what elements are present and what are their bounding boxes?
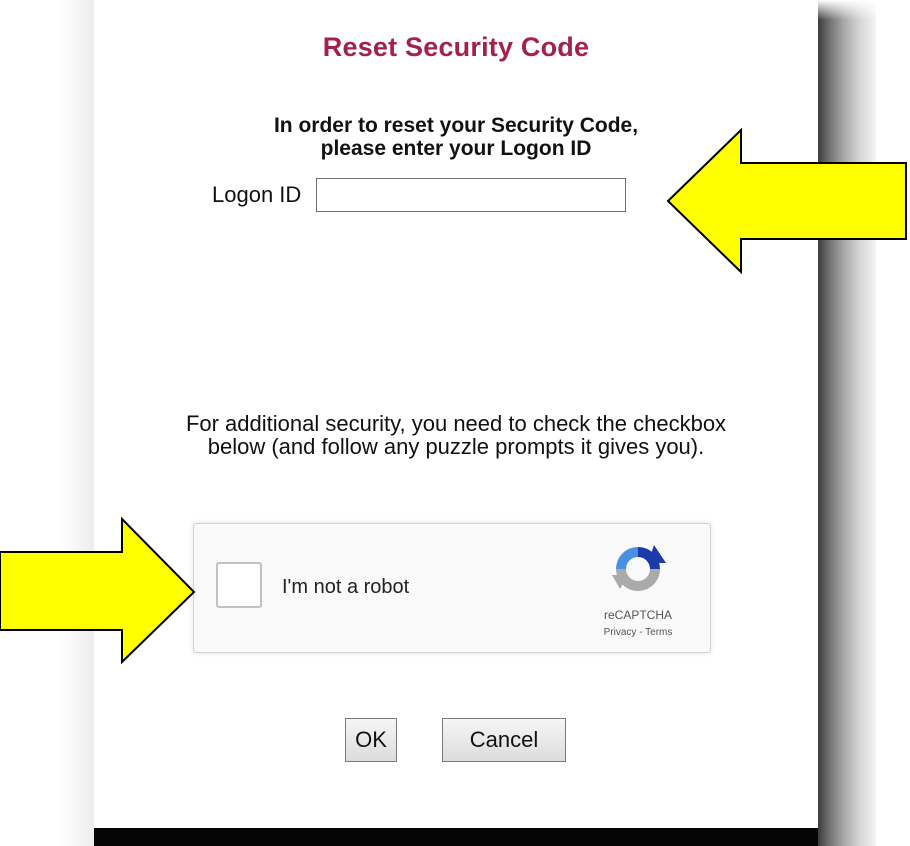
security-line-2: below (and follow any puzzle prompts it … xyxy=(207,434,705,459)
reset-security-code-dialog: Reset Security Code In order to reset yo… xyxy=(94,0,818,846)
logon-id-row: Logon ID xyxy=(212,177,627,213)
dialog-shadow-fade xyxy=(818,0,876,20)
recaptcha-label: I'm not a robot xyxy=(282,576,410,598)
logon-id-input[interactable] xyxy=(316,178,627,212)
recaptcha-widget: I'm not a robot reCAPTCHA Privacy - Term… xyxy=(193,523,711,653)
recaptcha-link-separator: - xyxy=(636,627,646,638)
arrow-right-icon xyxy=(0,516,196,665)
screenshot: Reset Security Code In order to reset yo… xyxy=(0,0,910,846)
recaptcha-brand: reCAPTCHA xyxy=(603,608,672,622)
recaptcha-logo-icon xyxy=(612,545,666,591)
recaptcha-links: Privacy - Terms xyxy=(574,627,702,638)
ok-button[interactable]: OK xyxy=(345,718,397,762)
dialog-right-shadow xyxy=(818,0,876,846)
recaptcha-checkbox[interactable] xyxy=(216,562,262,608)
security-line-1: For additional security, you need to che… xyxy=(185,411,727,436)
cancel-button[interactable]: Cancel xyxy=(442,718,566,762)
recaptcha-terms-link[interactable]: Terms xyxy=(645,627,672,638)
dialog-left-shadow xyxy=(60,0,94,846)
dialog-title: Reset Security Code xyxy=(322,32,590,62)
dialog-bottom-bar xyxy=(94,828,818,846)
arrow-left-icon xyxy=(666,128,907,274)
recaptcha-privacy-link[interactable]: Privacy xyxy=(604,627,637,638)
logon-id-label: Logon ID xyxy=(212,182,302,207)
security-instructions: For additional security, you need to che… xyxy=(94,412,818,458)
